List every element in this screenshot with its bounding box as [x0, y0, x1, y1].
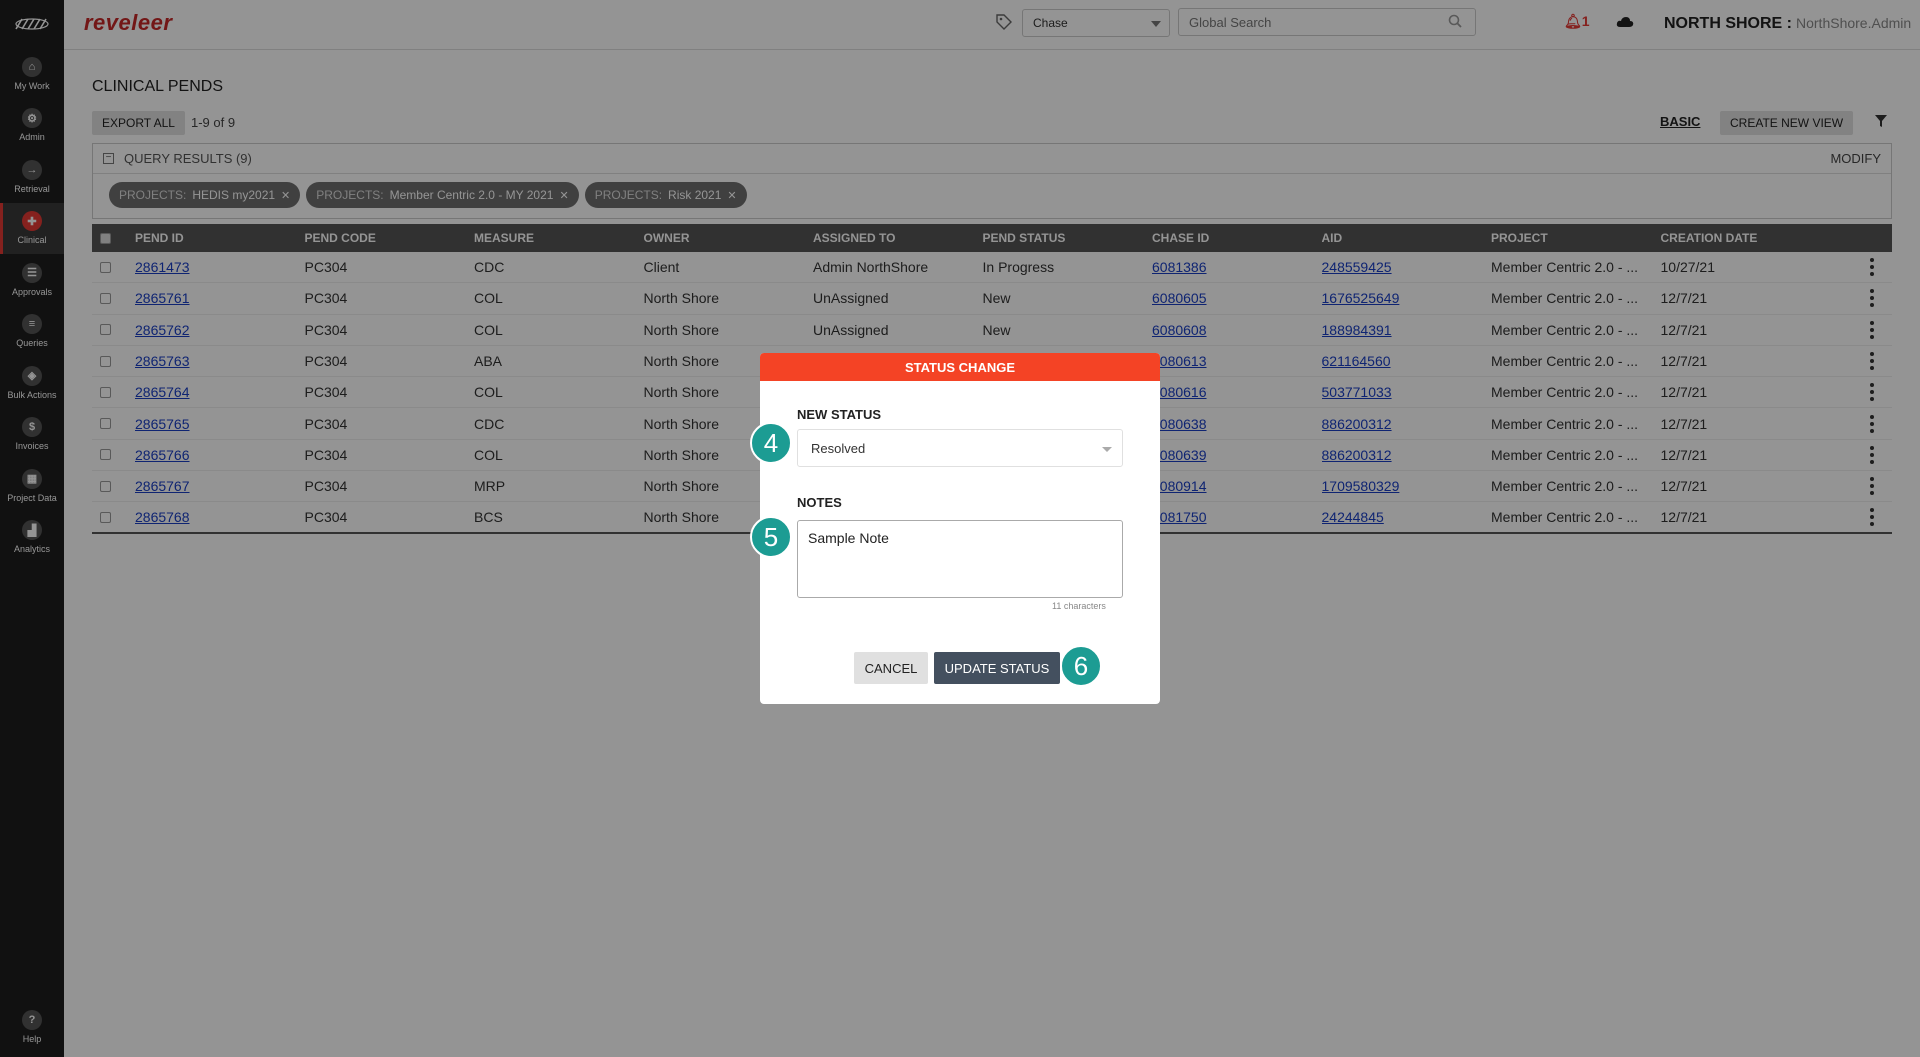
notes-label: NOTES: [797, 495, 842, 510]
character-count: 11 characters: [1052, 601, 1106, 611]
chevron-down-icon: [1102, 447, 1112, 452]
new-status-select[interactable]: Resolved: [797, 429, 1123, 467]
dialog-title: STATUS CHANGE: [760, 353, 1160, 381]
new-status-label: NEW STATUS: [797, 407, 882, 422]
step-badge-6: 6: [1060, 645, 1102, 687]
step-badge-5: 5: [750, 516, 792, 558]
step-badge-4: 4: [750, 422, 792, 464]
cancel-button[interactable]: CANCEL: [854, 652, 928, 684]
notes-textarea[interactable]: Sample Note: [797, 520, 1123, 598]
status-change-dialog: STATUS CHANGE NEW STATUS Resolved NOTES …: [750, 353, 1160, 704]
new-status-value: Resolved: [811, 441, 866, 456]
update-status-button[interactable]: UPDATE STATUS: [934, 652, 1060, 684]
